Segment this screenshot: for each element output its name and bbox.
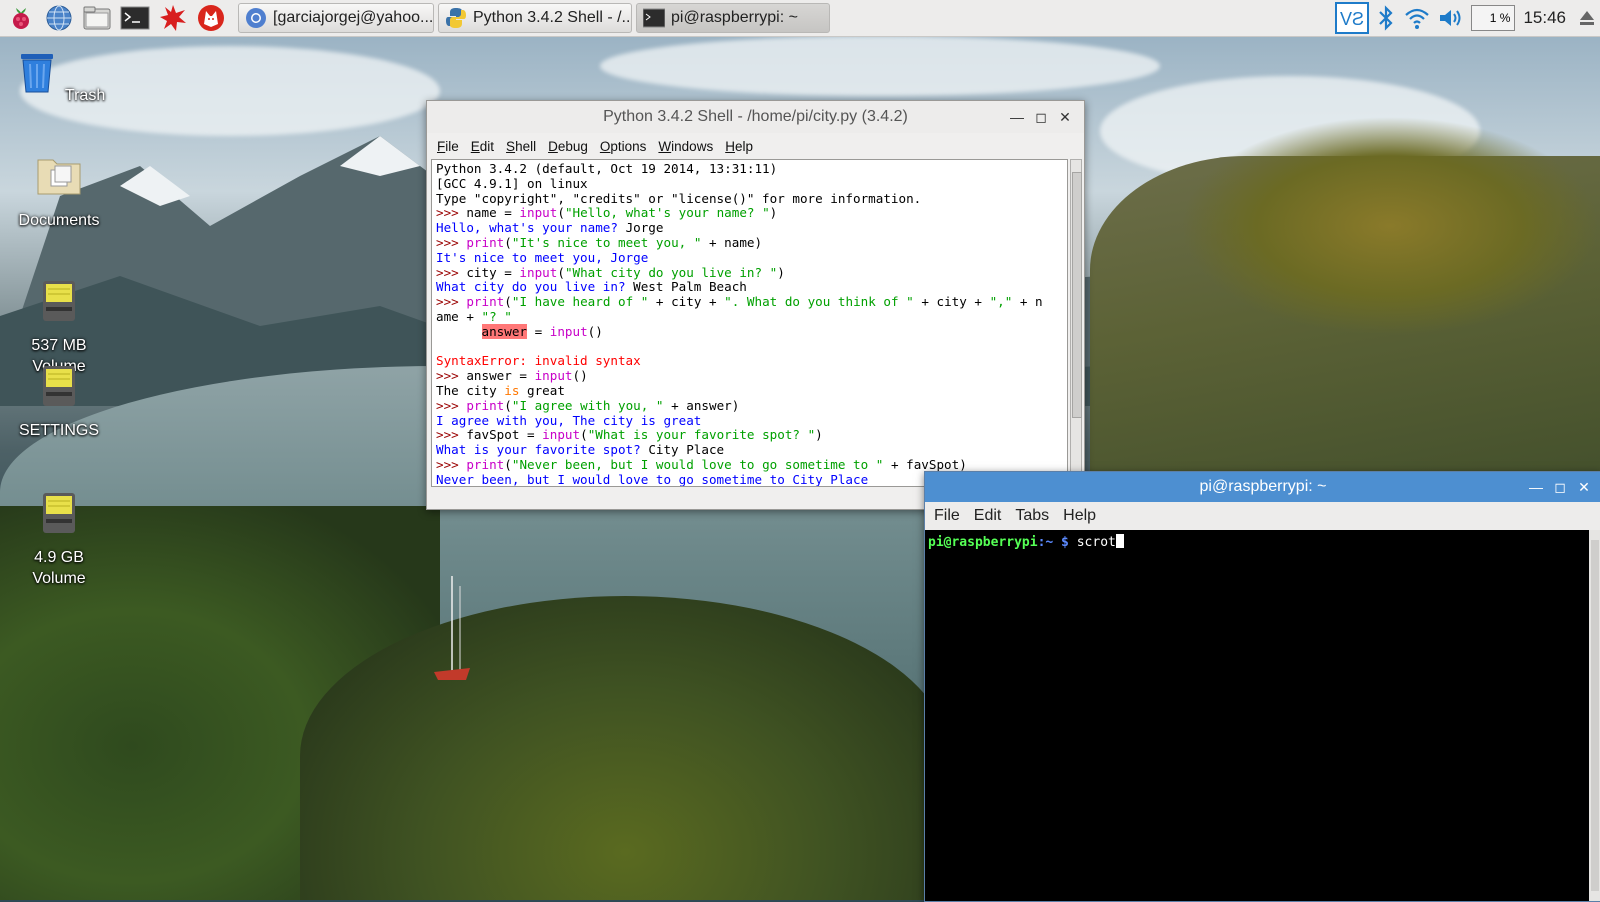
desktop-icon-documents[interactable]: Documents: [4, 152, 114, 231]
volume-icon[interactable]: [1437, 1, 1465, 35]
maximize-button[interactable]: ◻: [1030, 106, 1052, 128]
shell-line: >>> city = input("What city do you live …: [436, 264, 785, 280]
close-button[interactable]: ✕: [1054, 106, 1076, 128]
taskbar-item-browser[interactable]: [garciajorgej@yahoo...: [238, 3, 434, 33]
shell-line: ​: [436, 340, 1067, 355]
text-cursor: [1115, 534, 1124, 548]
vnc-icon[interactable]: VƧ: [1335, 1, 1370, 35]
shell-line: What city do you live in? West Palm Beac…: [436, 279, 747, 295]
shell-line: ame + "? ": [436, 308, 512, 324]
taskbar-item-python-shell[interactable]: Python 3.4.2 Shell - /...: [438, 3, 632, 33]
shell-line: It's nice to meet you, Jorge: [436, 249, 649, 265]
scrollbar-thumb[interactable]: [1591, 540, 1599, 891]
menu-bar: File Edit Shell Debug Options Windows He…: [427, 133, 1084, 159]
tree-shape: [1180, 116, 1600, 336]
terminal-icon: [643, 8, 665, 28]
menu-tabs[interactable]: Tabs: [1015, 507, 1049, 525]
desktop-icon-volume-4-9gb[interactable]: 4.9 GB Volume: [4, 468, 114, 589]
menu-edit[interactable]: Edit: [974, 507, 1002, 525]
window-titlebar[interactable]: pi@raspberrypi: ~ — ◻ ✕: [925, 472, 1600, 502]
terminal-window[interactable]: pi@raspberrypi: ~ — ◻ ✕ File Edit Tabs H…: [924, 471, 1600, 902]
raspberry-menu-icon[interactable]: [4, 1, 38, 35]
shell-line: >>> print("It's nice to meet you, " + na…: [436, 234, 763, 250]
close-button[interactable]: ✕: [1573, 476, 1595, 498]
menu-bar: File Edit Tabs Help: [925, 502, 1600, 530]
shell-line: answer = input(): [481, 323, 603, 339]
menu-edit[interactable]: Edit: [471, 139, 494, 154]
minimize-button[interactable]: —: [1525, 476, 1547, 498]
chromium-icon: [246, 8, 266, 28]
shell-text-area[interactable]: Python 3.4.2 (default, Oct 19 2014, 13:3…: [431, 159, 1068, 487]
python-shell-window[interactable]: Python 3.4.2 Shell - /home/pi/city.py (3…: [426, 100, 1085, 510]
wifi-icon[interactable]: [1403, 1, 1431, 35]
top-panel: [garciajorgej@yahoo... Python 3.4.2 Shel…: [0, 0, 1600, 37]
menu-help[interactable]: Help: [725, 139, 753, 154]
desktop-icon-volume-537mb[interactable]: 537 MB Volume: [4, 256, 114, 377]
clock[interactable]: 15:46: [1523, 8, 1566, 28]
shell-line: What is your favorite spot? City Place: [436, 442, 725, 458]
shell-line: [GCC 4.9.1] on linux: [436, 175, 588, 191]
svg-text:VƧ: VƧ: [1340, 9, 1364, 29]
system-tray: VƧ 1 % 15:46: [1335, 0, 1600, 36]
desktop-icon-label: SETTINGS: [18, 422, 99, 439]
web-browser-icon[interactable]: [42, 1, 76, 35]
terminal-icon[interactable]: [118, 1, 152, 35]
drive-icon: [43, 493, 75, 533]
menu-file[interactable]: File: [437, 139, 459, 154]
desktop-icon-label: 4.9 GB Volume: [32, 549, 86, 587]
bluetooth-icon[interactable]: [1375, 1, 1397, 35]
vertical-scrollbar[interactable]: [1589, 530, 1600, 901]
shell-line: I agree with you, The city is great: [436, 412, 702, 428]
menu-shell[interactable]: Shell: [506, 139, 536, 154]
window-titlebar[interactable]: Python 3.4.2 Shell - /home/pi/city.py (3…: [427, 101, 1084, 133]
shell-line: >>> answer = input(): [436, 368, 588, 384]
shell-line: SyntaxError: invalid syntax: [436, 353, 641, 369]
trash-icon: [20, 54, 53, 93]
shell-line: Hello, what's your name? Jorge: [436, 220, 664, 236]
tree-canopy-shape: [300, 596, 950, 900]
mathematica-icon[interactable]: [156, 1, 190, 35]
taskbar-item-label: pi@raspberrypi: ~: [671, 9, 798, 26]
shell-line: >>> print("I agree with you, " + answer): [436, 397, 740, 413]
eject-icon[interactable]: [1574, 5, 1600, 31]
minimize-button[interactable]: —: [1006, 106, 1028, 128]
cpu-usage: 1 %: [1471, 5, 1516, 31]
shell-line: Type "copyright", "credits" or "license(…: [436, 190, 922, 206]
python-icon: [446, 8, 466, 28]
sailboat-shape: [434, 576, 470, 680]
desktop-icon-label: Trash: [64, 87, 106, 104]
menu-file[interactable]: File: [934, 507, 960, 525]
cpu-monitor[interactable]: 1 %: [1471, 1, 1516, 35]
menu-windows[interactable]: Windows: [658, 139, 713, 154]
vertical-scrollbar[interactable]: [1070, 159, 1082, 487]
prompt-path: :~ $: [1037, 535, 1077, 550]
drive-icon: [43, 366, 75, 406]
scrollbar-thumb[interactable]: [1072, 172, 1082, 418]
menu-options[interactable]: Options: [600, 139, 647, 154]
taskbar-item-label: [garciajorgej@yahoo...: [273, 9, 434, 26]
taskbar-item-label: Python 3.4.2 Shell - /...: [473, 9, 632, 26]
menu-help[interactable]: Help: [1063, 507, 1096, 525]
folder-icon: [37, 159, 81, 195]
shell-line: >>> name = input("Hello, what's your nam…: [436, 205, 778, 221]
terminal-command: scrot: [1076, 535, 1116, 550]
terminal-output[interactable]: pi@raspberrypi:~ $ scrot: [925, 530, 1589, 901]
desktop-icon-label: Documents: [18, 212, 100, 229]
window-title: pi@raspberrypi: ~: [1199, 478, 1327, 495]
drive-icon: [43, 281, 75, 321]
file-manager-icon[interactable]: [80, 1, 114, 35]
shell-line: >>> print("I have heard of " + city + ".…: [436, 294, 1043, 310]
window-title: Python 3.4.2 Shell - /home/pi/city.py (3…: [603, 108, 908, 125]
shell-line: >>> favSpot = input("What is your favori…: [436, 427, 823, 443]
desktop-icon-trash[interactable]: Trash: [4, 48, 114, 106]
prompt-user: pi@raspberrypi: [928, 535, 1038, 550]
shell-line: Python 3.4.2 (default, Oct 19 2014, 13:3…: [436, 161, 778, 176]
shell-line: The city is great: [436, 382, 565, 398]
taskbar-item-terminal[interactable]: pi@raspberrypi: ~: [636, 3, 830, 33]
desktop-icon-settings[interactable]: SETTINGS: [4, 362, 114, 441]
menu-debug[interactable]: Debug: [548, 139, 588, 154]
wolfram-icon[interactable]: [194, 1, 228, 35]
maximize-button[interactable]: ◻: [1549, 476, 1571, 498]
